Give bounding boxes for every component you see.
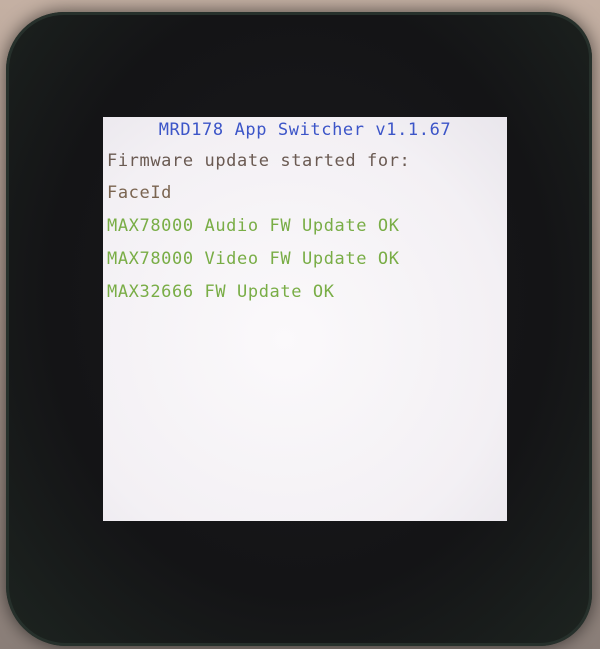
status-line-max32666-update: MAX32666 FW Update OK	[107, 282, 335, 302]
app-title: MRD178 App Switcher v1.1.67	[158, 120, 452, 140]
status-line-firmware-started: Firmware update started for:	[107, 151, 411, 171]
status-line-video-update: MAX78000 Video FW Update OK	[107, 249, 400, 269]
status-line-audio-update: MAX78000 Audio FW Update OK	[107, 216, 400, 236]
device-screen: MRD178 App Switcher v1.1.67 Firmware upd…	[103, 117, 507, 521]
status-line-target-app: FaceId	[107, 183, 173, 203]
